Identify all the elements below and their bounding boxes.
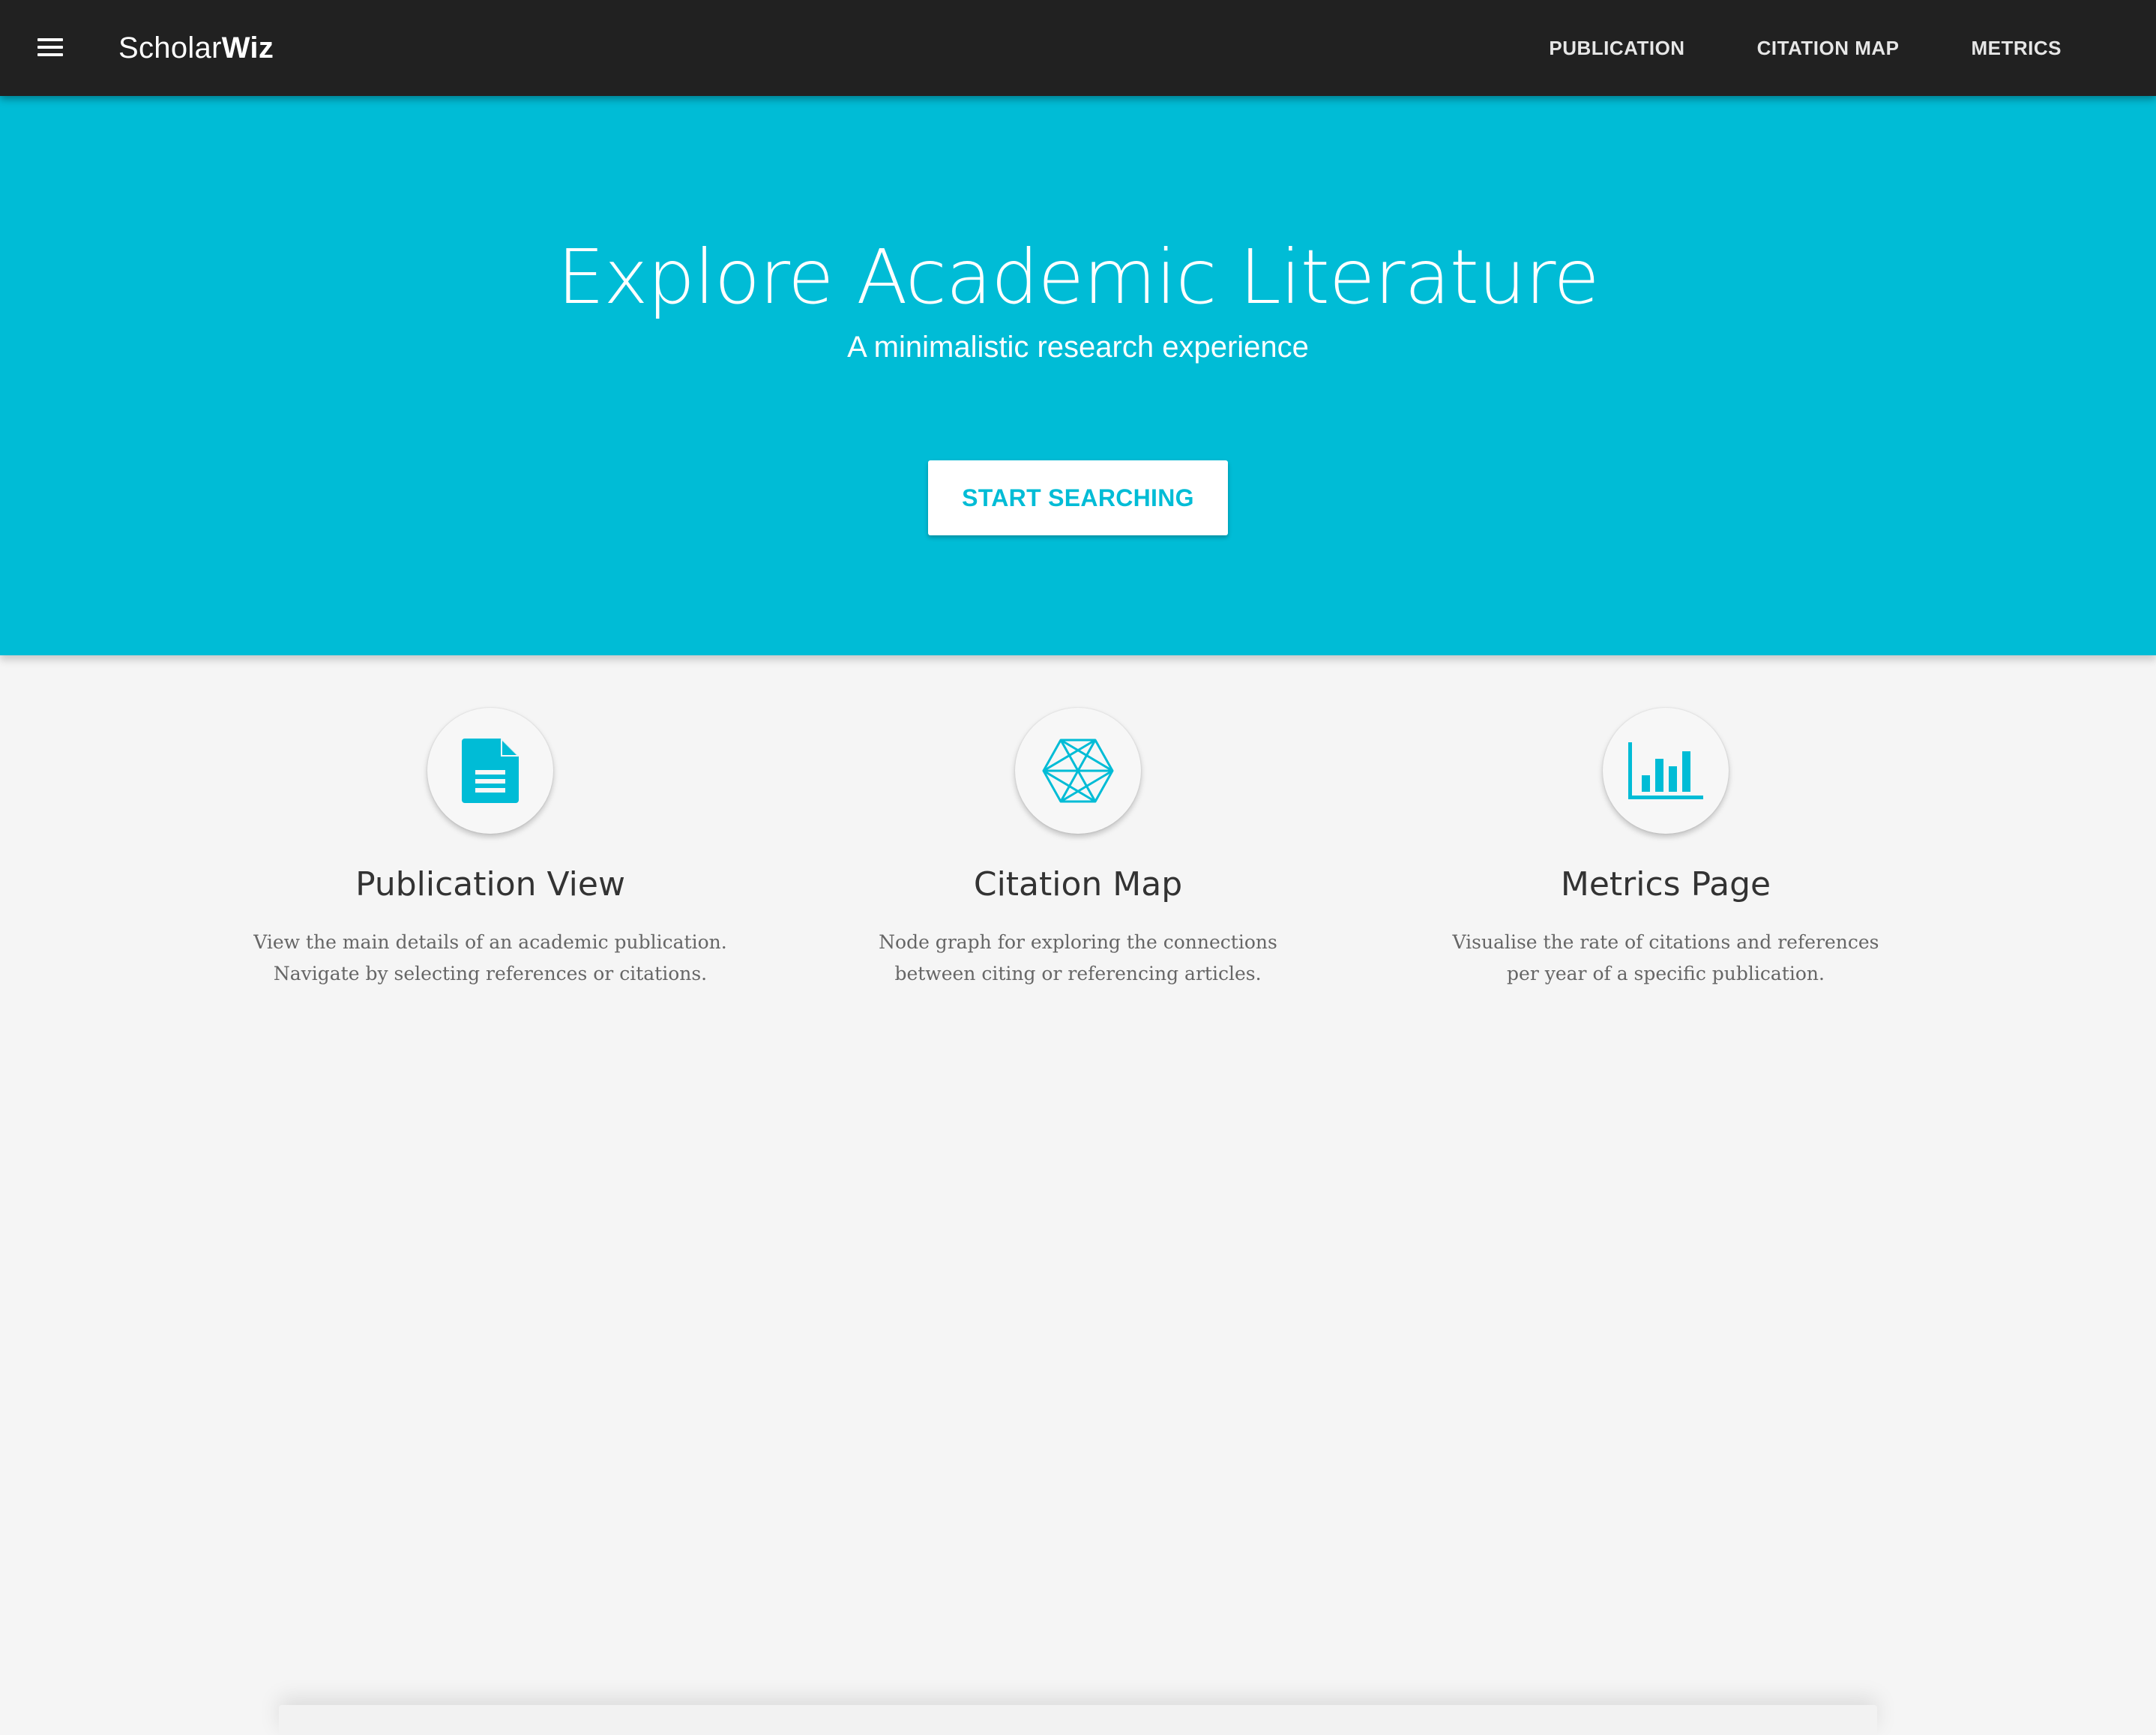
document-icon [462, 739, 519, 803]
nav-link-citation-map[interactable]: CITATION MAP [1757, 37, 1900, 60]
feature-description-line: Node graph for exploring the connections [879, 931, 1277, 953]
feature-description: View the main details of an academic pub… [228, 927, 753, 990]
feature-description-line: per year of a specific publication. [1507, 963, 1825, 984]
hero-section: Explore Academic Literature A minimalist… [0, 96, 2156, 655]
feature-description-line: Visualise the rate of citations and refe… [1452, 931, 1879, 953]
hero-subtitle: A minimalistic research experience [847, 331, 1309, 364]
feature-description-line: between citing or referencing articles. [894, 963, 1262, 984]
feature-description-line: View the main details of an academic pub… [253, 931, 727, 953]
top-navbar: ScholarWiz PUBLICATION CITATION MAP METR… [0, 0, 2156, 96]
feature-icon-circle [427, 708, 553, 834]
feature-description: Visualise the rate of citations and refe… [1403, 927, 1928, 990]
nav-links: PUBLICATION CITATION MAP METRICS [1549, 0, 2062, 96]
hamburger-menu-icon[interactable] [33, 31, 72, 64]
search-card-edge [279, 1705, 1877, 1735]
bar-chart-icon [1628, 742, 1703, 799]
features-section: Publication View View the main details o… [0, 655, 2156, 1735]
nav-link-metrics[interactable]: METRICS [1972, 37, 2062, 60]
network-graph-icon [1042, 739, 1114, 803]
feature-title: Publication View [355, 865, 625, 903]
brand-name-regular: Scholar [118, 31, 222, 64]
feature-title: Metrics Page [1560, 865, 1771, 903]
feature-icon-circle [1015, 708, 1141, 834]
nav-link-publication[interactable]: PUBLICATION [1549, 37, 1684, 60]
feature-title: Citation Map [973, 865, 1183, 903]
feature-description-line: Navigate by selecting references or cita… [273, 963, 708, 984]
start-searching-button[interactable]: START SEARCHING [928, 460, 1228, 535]
feature-icon-circle [1603, 708, 1729, 834]
feature-description: Node graph for exploring the connections… [816, 927, 1340, 990]
hero-title: Explore Academic Literature [557, 233, 1600, 321]
brand-logo[interactable]: ScholarWiz [118, 0, 274, 96]
brand-name-bold: Wiz [221, 31, 274, 64]
